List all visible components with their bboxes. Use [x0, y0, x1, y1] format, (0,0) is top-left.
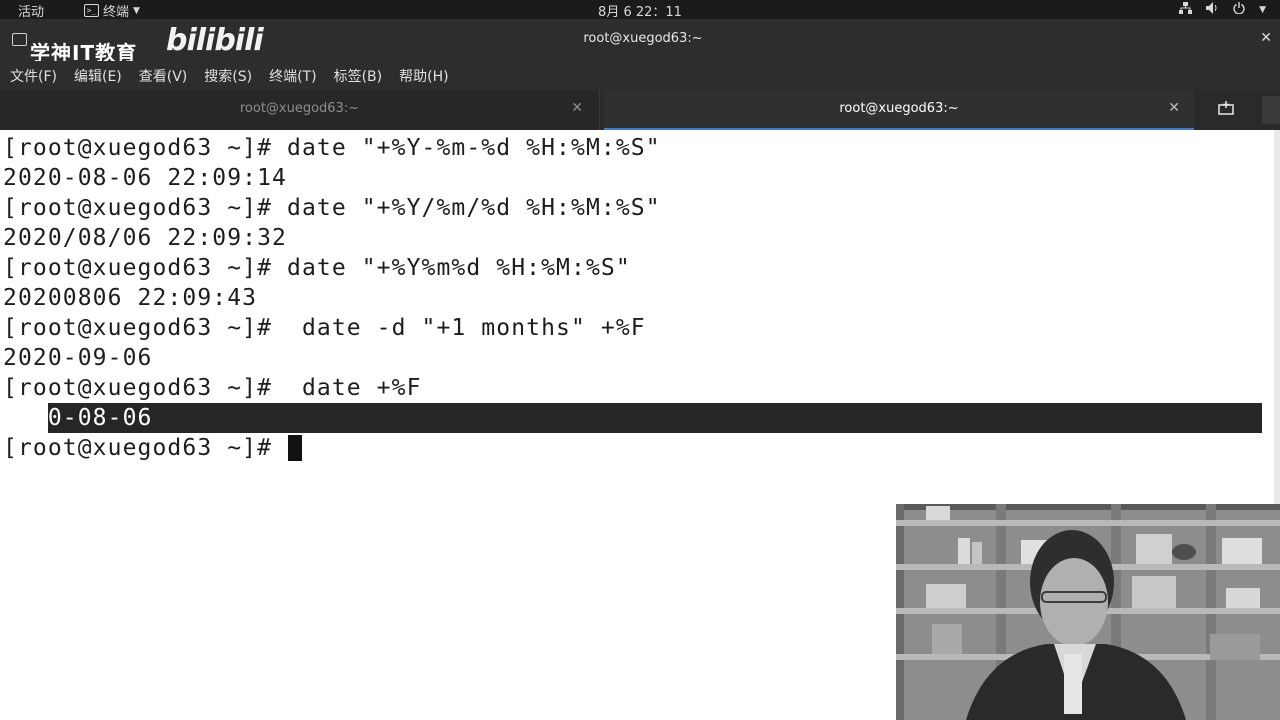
terminal-line: [root@xuegod63 ~]# date "+%Y/%m/%d %H:%M…	[3, 195, 661, 221]
volume-icon[interactable]	[1206, 2, 1219, 17]
new-tab-icon	[1218, 101, 1234, 119]
menu-file[interactable]: 文件(F)	[10, 66, 57, 86]
terminal-line-selected: 2020-08-06	[3, 405, 153, 431]
terminal-line: [root@xuegod63 ~]# date "+%Y-%m-%d %H:%M…	[3, 135, 661, 161]
tab-label: root@xuegod63:~	[839, 101, 959, 116]
tab-2-active[interactable]: root@xuegod63:~ ✕	[604, 90, 1194, 130]
menu-bar: 文件(F) 编辑(E) 查看(V) 搜索(S) 终端(T) 标签(B) 帮助(H…	[0, 61, 1280, 90]
window-title-bar[interactable]: 学神IT教育 bilibili root@xuegod63:~ ✕	[0, 19, 1280, 65]
power-icon[interactable]	[1233, 2, 1245, 17]
terminal-line: [root@xuegod63 ~]# date +%F	[3, 375, 422, 401]
terminal-cursor	[288, 435, 302, 461]
menu-help[interactable]: 帮助(H)	[399, 66, 448, 86]
clock[interactable]: 8月 6 22：11	[0, 1, 1280, 20]
presenter-video-image	[896, 504, 1280, 720]
tab-label: root@xuegod63:~	[239, 101, 360, 116]
close-icon[interactable]: ✕	[571, 100, 583, 116]
tab-1[interactable]: root@xuegod63:~ ✕	[0, 90, 600, 130]
chevron-down-icon: ▼	[133, 5, 140, 16]
activities-button[interactable]: 活动	[18, 1, 44, 20]
menu-search[interactable]: 搜索(S)	[204, 66, 252, 86]
app-menu-label: 终端	[103, 5, 130, 20]
terminal-line: 2020-08-06 22:09:14	[3, 165, 287, 191]
bilibili-logo: bilibili	[166, 23, 264, 58]
terminal-line: 2020-09-06	[3, 345, 153, 371]
new-tab-button[interactable]	[1202, 96, 1250, 124]
network-icon[interactable]	[1179, 2, 1193, 17]
terminal-line: [root@xuegod63 ~]# date -d "+1 months" +…	[3, 315, 646, 341]
webcam-overlay	[896, 504, 1280, 720]
close-window-icon[interactable]: ✕	[1260, 30, 1272, 46]
window-icon	[12, 33, 27, 46]
terminal-line: [root@xuegod63 ~]# date "+%Y%m%d %H:%M:%…	[3, 255, 631, 281]
app-menu[interactable]: >_ 终端 ▼	[84, 1, 140, 20]
menu-terminal[interactable]: 终端(T)	[269, 66, 316, 86]
menu-edit[interactable]: 编辑(E)	[74, 66, 122, 86]
close-icon[interactable]: ✕	[1168, 100, 1180, 116]
gnome-top-bar: 活动 >_ 终端 ▼ 8月 6 22：11 ▼	[0, 0, 1280, 20]
menu-view[interactable]: 查看(V)	[139, 66, 188, 86]
tab-bar: root@xuegod63:~ ✕ root@xuegod63:~ ✕	[0, 90, 1280, 130]
menu-tabs[interactable]: 标签(B)	[334, 66, 383, 86]
terminal-prompt-line: [root@xuegod63 ~]#	[3, 435, 287, 461]
tab-scroll-button[interactable]	[1262, 96, 1280, 124]
chevron-down-icon[interactable]: ▼	[1259, 5, 1266, 15]
terminal-line: 2020/08/06 22:09:32	[3, 225, 287, 251]
system-tray[interactable]: ▼	[1179, 0, 1266, 19]
text-selection-highlight	[48, 403, 1262, 433]
terminal-icon: >_	[84, 4, 99, 17]
terminal-line: 20200806 22:09:43	[3, 285, 258, 311]
